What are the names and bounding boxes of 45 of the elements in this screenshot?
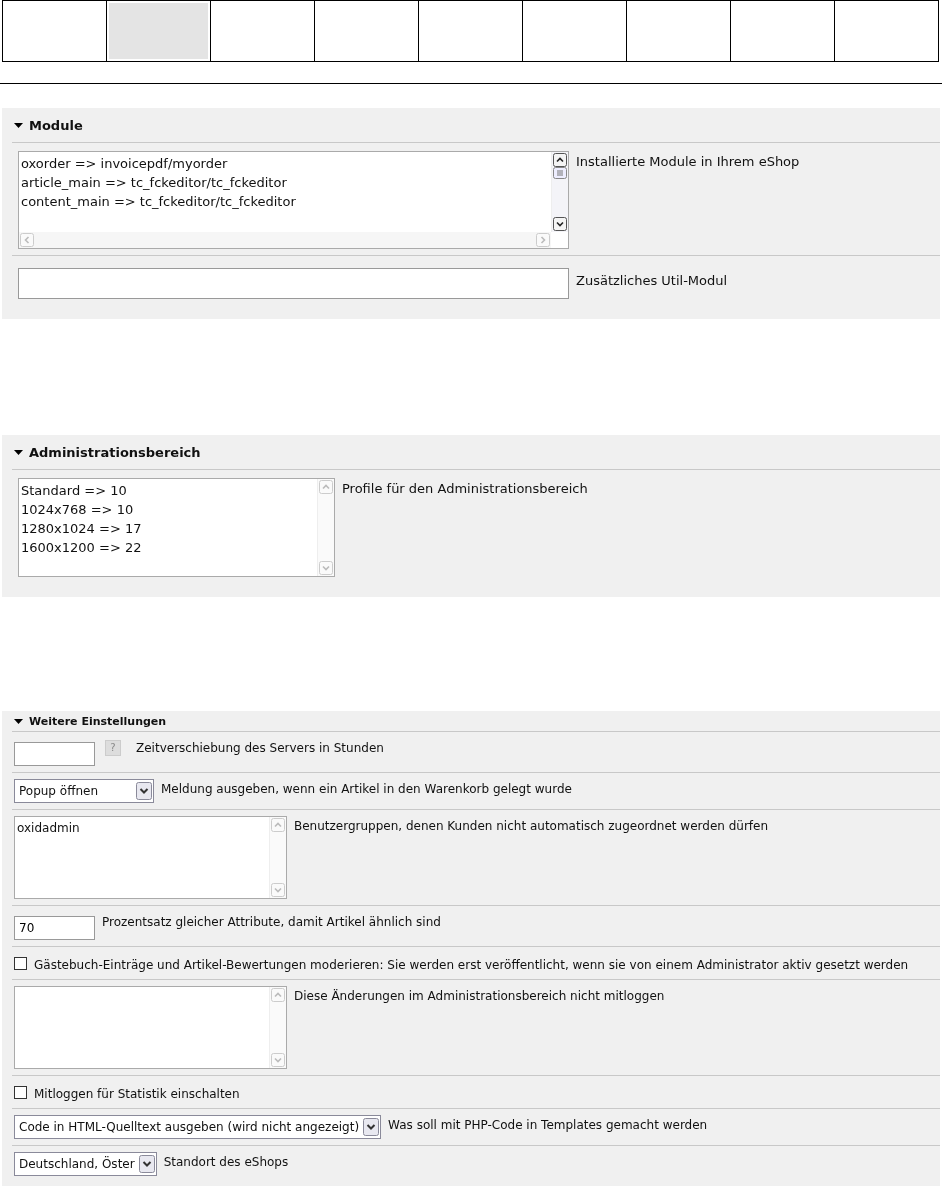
list-box[interactable]: oxorder => invoicepdf/myorder article_main => tc_fckeditor/tc_fckeditor content_main => tc_fckeditor/tc_fckeditor xyxy=(18,151,569,249)
tab[interactable] xyxy=(211,0,315,62)
text-area[interactable]: Standard => 10 1024x768 => 10 1280x1024 => 17 1600x1200 => 22 xyxy=(18,478,335,577)
input-field[interactable] xyxy=(14,742,95,766)
chevron-down-icon xyxy=(363,1118,380,1136)
input-field[interactable]: 70 xyxy=(14,916,95,940)
tab[interactable] xyxy=(523,0,627,62)
tab[interactable] xyxy=(835,0,939,62)
tab[interactable] xyxy=(315,0,419,62)
setting-label: Zeitverschiebung des Servers in Stunden xyxy=(136,740,384,755)
checkbox[interactable] xyxy=(14,957,27,970)
setting-label: Installierte Module in Ihrem eShop xyxy=(576,153,800,169)
triangle-down-icon[interactable] xyxy=(14,121,23,129)
setting-label: Meldung ausgeben, wenn ein Artikel in den Warenkorb gelegt wurde xyxy=(161,781,572,796)
scroll-down-icon[interactable] xyxy=(553,217,567,231)
setting-label: Prozentsatz gleicher Attribute, damit Artikel ähnlich sind xyxy=(102,914,441,929)
setting-label: Standort des eShops xyxy=(163,1154,289,1169)
input-field[interactable] xyxy=(18,268,569,299)
tab[interactable] xyxy=(627,0,731,62)
setting-label: Diese Änderungen im Administrationsbereich nicht mitloggen xyxy=(294,988,665,1003)
section-title: Module xyxy=(29,117,83,133)
section-title: Administrationsbereich xyxy=(29,444,201,460)
setting-label: Profile für den Administrationsbereich xyxy=(342,480,588,496)
vertical-scrollbar[interactable] xyxy=(551,152,568,232)
setting-label: Mitloggen für Statistik einschalten xyxy=(34,1086,240,1101)
chevron-down-icon xyxy=(136,782,152,800)
dropdown[interactable]: Popup öffnen xyxy=(14,779,154,803)
tab[interactable] xyxy=(731,0,835,62)
section-title: Weitere Einstellungen xyxy=(29,714,167,728)
setting-label: Gästebuch-Einträge und Artikel-Bewertungen moderieren: Sie werden erst veröffentlicht, wenn sie von einem Administrator aktiv gesetzt werden xyxy=(34,957,909,972)
setting-label: Zusätzliches Util-Modul xyxy=(576,272,728,288)
text-area[interactable]: oxidadmin xyxy=(14,816,287,899)
tab[interactable] xyxy=(2,0,107,62)
setting-label: Was soll mit PHP-Code in Templates gemacht werden xyxy=(388,1117,708,1132)
chevron-down-icon xyxy=(138,1155,155,1173)
tab[interactable] xyxy=(419,0,523,62)
dropdown[interactable]: Deutschland, Öster xyxy=(14,1152,157,1176)
triangle-down-icon[interactable] xyxy=(14,717,23,725)
dropdown[interactable]: Code in HTML-Quelltext ausgeben (wird nicht angezeigt) xyxy=(14,1115,382,1139)
tab[interactable] xyxy=(107,0,211,62)
checkbox[interactable] xyxy=(14,1086,27,1099)
setting-label: Benutzergruppen, denen Kunden nicht automatisch zugeordnet werden dürfen xyxy=(294,818,769,833)
triangle-down-icon[interactable] xyxy=(14,448,23,456)
scroll-thumb[interactable] xyxy=(553,167,567,179)
scroll-up-icon[interactable] xyxy=(553,153,567,167)
